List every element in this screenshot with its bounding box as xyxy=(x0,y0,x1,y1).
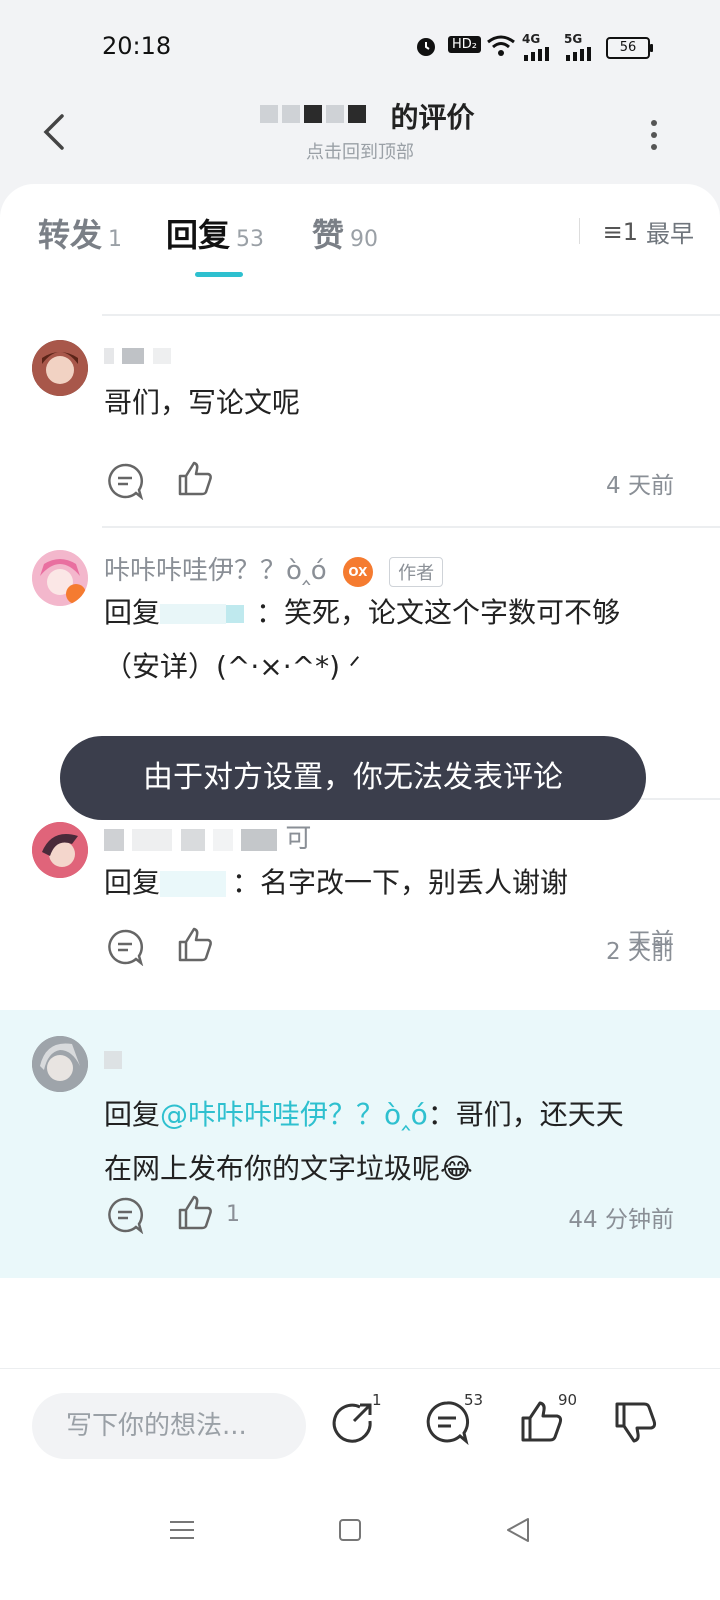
menu-icon xyxy=(170,1521,194,1539)
divider xyxy=(102,526,720,528)
alarm-icon xyxy=(414,34,438,62)
like-button[interactable] xyxy=(176,460,214,502)
username-blurred[interactable] xyxy=(104,1044,122,1074)
avatar[interactable] xyxy=(32,1036,88,1092)
repost-icon xyxy=(332,1403,372,1443)
tab-likes[interactable]: 赞 90 xyxy=(312,210,378,256)
thumbs-up-icon xyxy=(178,1195,212,1230)
square-icon xyxy=(339,1519,361,1541)
tab-replies[interactable]: 回复 53 xyxy=(166,210,264,256)
scroll-to-top-hint: 点击回到顶部 xyxy=(306,142,414,163)
system-nav-bar xyxy=(0,1480,720,1600)
sort-button[interactable]: ≡1 最早 xyxy=(578,214,694,249)
reply-button[interactable] xyxy=(106,462,144,504)
like-count: 1 xyxy=(226,1202,240,1227)
status-bar: 20:18 HD₂ 4G 5G 56 xyxy=(0,0,720,92)
reply-button[interactable] xyxy=(106,1196,144,1238)
blurred-username xyxy=(245,105,385,127)
more-options-button[interactable] xyxy=(644,114,664,154)
signal-icon xyxy=(524,46,552,65)
bottom-action-bar: 写下你的想法... 1 53 90 xyxy=(0,1368,720,1481)
header: 的评价 点击回到顶部 xyxy=(0,92,720,184)
toast-message: 由于对方设置，你无法发表评论 xyxy=(60,736,646,820)
like-count: 90 xyxy=(558,1391,578,1409)
triangle-back-icon xyxy=(507,1518,529,1542)
comment-text: 回复 ：笑死，论文这个字数可不够 （安详）(^·×·^*) ᐟ xyxy=(104,596,621,683)
divider xyxy=(102,314,720,316)
signal-icon-2 xyxy=(566,46,594,65)
username-blurred[interactable] xyxy=(104,340,171,370)
comment-input[interactable]: 写下你的想法... xyxy=(32,1393,306,1459)
wifi-icon xyxy=(486,34,516,62)
network-4g: 4G xyxy=(522,32,541,46)
hd-icon: HD₂ xyxy=(448,36,481,53)
back-nav-button[interactable] xyxy=(498,1510,538,1550)
more-dots-icon xyxy=(651,120,657,126)
menu-nav-button[interactable] xyxy=(162,1510,202,1550)
comment-time: 2 天前 xyxy=(606,939,674,965)
repost-count: 1 xyxy=(372,1391,382,1409)
reply-button[interactable] xyxy=(106,928,144,970)
avatar[interactable] xyxy=(32,340,88,396)
page-title: 的评价 xyxy=(390,101,475,134)
comment-text: 哥们，写论文呢 xyxy=(104,386,301,419)
thumbs-up-icon xyxy=(178,461,212,496)
comment-time: 4 天前 xyxy=(606,473,674,499)
thumbs-up-icon xyxy=(178,927,212,962)
comment-count: 53 xyxy=(464,1391,484,1409)
tab-repost[interactable]: 转发 1 xyxy=(38,210,122,256)
comment-icon xyxy=(108,929,144,967)
comment-text: 回复 ：名字改一下，别丢人谢谢 xyxy=(104,866,569,899)
repost-button[interactable] xyxy=(330,1399,376,1445)
username-blurred[interactable]: 可 xyxy=(104,818,311,855)
comment-icon xyxy=(108,463,144,501)
thumbs-down-icon xyxy=(615,1402,657,1443)
comment-icon xyxy=(108,1197,144,1235)
sort-label: 最早 xyxy=(646,220,694,248)
mention-link[interactable]: @咔咔咔哇伊？？ò‸ó xyxy=(160,1098,428,1131)
like-button[interactable] xyxy=(176,1194,214,1236)
avatar[interactable] xyxy=(32,822,88,878)
comment-time: 44 分钟前 xyxy=(568,1207,674,1233)
network-5g: 5G xyxy=(564,32,583,46)
active-tab-indicator xyxy=(195,272,243,277)
like-button[interactable] xyxy=(176,926,214,968)
avatar[interactable] xyxy=(32,550,88,606)
vip-badge-icon: OX xyxy=(342,556,373,587)
dislike-button[interactable] xyxy=(612,1399,658,1445)
tab-bar: 转发 1 回复 53 赞 90 ≡1 最早 xyxy=(0,184,720,284)
title-area[interactable]: 的评价 点击回到顶部 xyxy=(0,96,720,164)
comment-text: 回复@咔咔咔哇伊？？ò‸ó：哥们，还天天 在网上发布你的文字垃圾呢😂 xyxy=(104,1098,624,1185)
status-time: 20:18 xyxy=(102,32,172,60)
battery-icon: 56 xyxy=(606,37,653,59)
author-badge: 作者 xyxy=(389,556,444,587)
home-nav-button[interactable] xyxy=(330,1510,370,1550)
author-username[interactable]: 咔咔咔哇伊？？ò‸ó OX 作者 xyxy=(104,550,444,587)
sort-icon: ≡1 xyxy=(602,217,638,246)
